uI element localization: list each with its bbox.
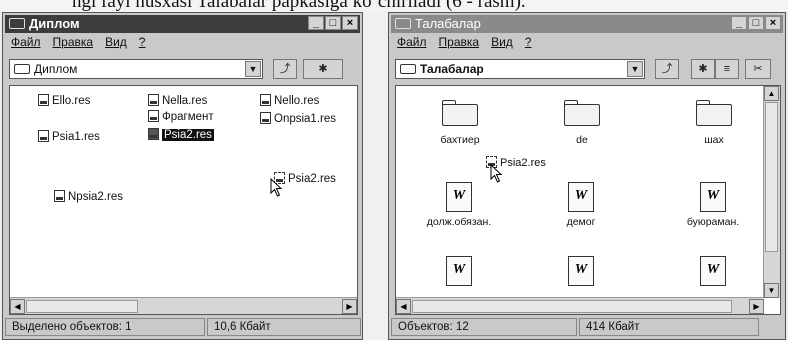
up-folder-icon[interactable]: ⤴ bbox=[655, 59, 679, 79]
folder-icon[interactable] bbox=[564, 100, 600, 126]
file-item[interactable]: Onpsia1.res bbox=[260, 112, 336, 125]
title-bar[interactable]: Талабалар _ □ × bbox=[391, 15, 783, 33]
minimize-button[interactable]: _ bbox=[308, 16, 324, 30]
file-icon bbox=[260, 112, 271, 124]
new-folder-icon[interactable]: ✱ bbox=[691, 59, 715, 79]
file-icon-pane[interactable]: бахтиер de шах Psia2.res W долж.обязан. … bbox=[395, 85, 781, 315]
window-title: Диплом bbox=[29, 16, 80, 31]
mouse-cursor-icon bbox=[490, 164, 503, 183]
menu-view[interactable]: Вид bbox=[105, 35, 127, 53]
menu-bar: Файл Правка Вид ? bbox=[397, 35, 531, 53]
new-folder-icon[interactable]: ✱ bbox=[303, 59, 343, 79]
scroll-right-icon[interactable]: ▶ bbox=[342, 299, 357, 314]
scroll-up-icon[interactable]: ▲ bbox=[764, 86, 779, 101]
file-icon bbox=[260, 94, 271, 106]
caption-text: ngi fayl nusxasi Talabalar papkasiga ko`… bbox=[72, 0, 526, 12]
address-row: Диплом ▼ ⤴ ✱ bbox=[9, 57, 358, 81]
document-label: буюраман. bbox=[686, 216, 740, 228]
folder-label: бахтиер bbox=[440, 134, 480, 146]
file-item-selected[interactable]: Psia2.res bbox=[148, 128, 214, 141]
scroll-left-icon[interactable]: ◀ bbox=[10, 299, 25, 314]
document-label: долж.обязан. bbox=[426, 216, 492, 228]
file-item[interactable]: Psia1.res bbox=[38, 130, 100, 143]
word-document-icon[interactable]: W bbox=[568, 256, 594, 286]
folder-icon[interactable] bbox=[442, 100, 478, 126]
status-size: 10,6 Кбайт bbox=[207, 318, 361, 336]
address-text: Диплом bbox=[34, 62, 78, 76]
horizontal-scrollbar[interactable]: ◀ ▶ bbox=[396, 297, 764, 314]
file-icon bbox=[148, 94, 159, 106]
caption-strip: ngi fayl nusxasi Talabalar papkasiga ko`… bbox=[0, 0, 788, 12]
address-combo[interactable]: Талабалар ▼ bbox=[395, 59, 645, 79]
vertical-scrollbar[interactable]: ▲ ▼ bbox=[763, 86, 780, 298]
word-document-icon[interactable]: W bbox=[568, 182, 594, 212]
folder-icon[interactable] bbox=[696, 100, 732, 126]
address-text: Талабалар bbox=[420, 62, 484, 76]
close-button[interactable]: × bbox=[765, 16, 781, 30]
status-objects: Объектов: 12 bbox=[391, 318, 577, 336]
file-item[interactable]: Nello.res bbox=[260, 94, 319, 107]
menu-view[interactable]: Вид bbox=[491, 35, 513, 53]
file-item[interactable]: Фрагмент bbox=[148, 110, 214, 123]
word-document-icon[interactable]: W bbox=[700, 256, 726, 286]
file-item[interactable]: Ello.res bbox=[38, 94, 90, 107]
folder-icon bbox=[14, 64, 30, 74]
cut-icon[interactable]: ✂ bbox=[745, 59, 771, 79]
document-label: демог bbox=[566, 216, 596, 228]
maximize-button[interactable]: □ bbox=[748, 16, 764, 30]
file-item[interactable]: Npsia2.res bbox=[54, 190, 123, 203]
scroll-thumb[interactable] bbox=[26, 300, 138, 313]
menu-help[interactable]: ? bbox=[139, 35, 146, 53]
file-item[interactable]: Nella.res bbox=[148, 94, 207, 107]
folder-label: шах bbox=[704, 134, 724, 146]
horizontal-scrollbar[interactable]: ◀ ▶ bbox=[10, 297, 357, 314]
word-document-icon[interactable]: W bbox=[446, 256, 472, 286]
scroll-thumb[interactable] bbox=[765, 102, 778, 252]
window-title: Талабалар bbox=[415, 16, 481, 31]
close-button[interactable]: × bbox=[342, 16, 358, 30]
window-diplom: Диплом _ □ × Файл Правка Вид ? Диплом ▼ … bbox=[2, 12, 363, 340]
title-bar[interactable]: Диплом _ □ × bbox=[5, 15, 360, 33]
scroll-right-icon[interactable]: ▶ bbox=[749, 299, 764, 314]
maximize-button[interactable]: □ bbox=[325, 16, 341, 30]
folder-icon bbox=[9, 18, 25, 29]
address-row: Талабалар ▼ ⤴ ✱ ≡ ✂ bbox=[395, 57, 781, 81]
fragment-icon bbox=[148, 110, 159, 122]
scroll-down-icon[interactable]: ▼ bbox=[764, 283, 779, 298]
window-gap bbox=[363, 12, 388, 340]
status-selected: Выделено объектов: 1 bbox=[5, 318, 205, 336]
menu-bar: Файл Правка Вид ? bbox=[11, 35, 145, 53]
file-icon bbox=[38, 94, 49, 106]
menu-edit[interactable]: Правка bbox=[53, 35, 94, 53]
file-icon bbox=[54, 190, 65, 202]
window-talabalar: Талабалар _ □ × Файл Правка Вид ? Талаба… bbox=[388, 12, 786, 340]
menu-edit[interactable]: Правка bbox=[439, 35, 480, 53]
chevron-down-icon[interactable]: ▼ bbox=[245, 61, 261, 77]
file-list-pane[interactable]: Ello.res Nella.res Nello.res Фрагмент On… bbox=[9, 85, 358, 315]
file-icon bbox=[38, 130, 49, 142]
menu-file[interactable]: Файл bbox=[11, 35, 41, 53]
folder-icon bbox=[400, 64, 416, 74]
scroll-thumb[interactable] bbox=[412, 300, 732, 313]
menu-help[interactable]: ? bbox=[525, 35, 532, 53]
file-icon bbox=[148, 128, 159, 140]
folder-icon bbox=[395, 18, 411, 29]
word-document-icon[interactable]: W bbox=[700, 182, 726, 212]
status-bar: Выделено объектов: 1 10,6 Кбайт bbox=[5, 317, 361, 337]
word-document-icon[interactable]: W bbox=[446, 182, 472, 212]
map-drive-icon[interactable]: ≡ bbox=[715, 59, 739, 79]
folder-label: de bbox=[576, 134, 588, 146]
status-bar: Объектов: 12 414 Кбайт bbox=[391, 317, 783, 337]
minimize-button[interactable]: _ bbox=[731, 16, 747, 30]
address-combo[interactable]: Диплом ▼ bbox=[9, 59, 263, 79]
chevron-down-icon[interactable]: ▼ bbox=[627, 61, 643, 77]
up-folder-icon[interactable]: ⤴ bbox=[273, 59, 297, 79]
scroll-left-icon[interactable]: ◀ bbox=[396, 299, 411, 314]
mouse-cursor-icon bbox=[270, 178, 283, 197]
status-size: 414 Кбайт bbox=[579, 318, 759, 336]
menu-file[interactable]: Файл bbox=[397, 35, 427, 53]
